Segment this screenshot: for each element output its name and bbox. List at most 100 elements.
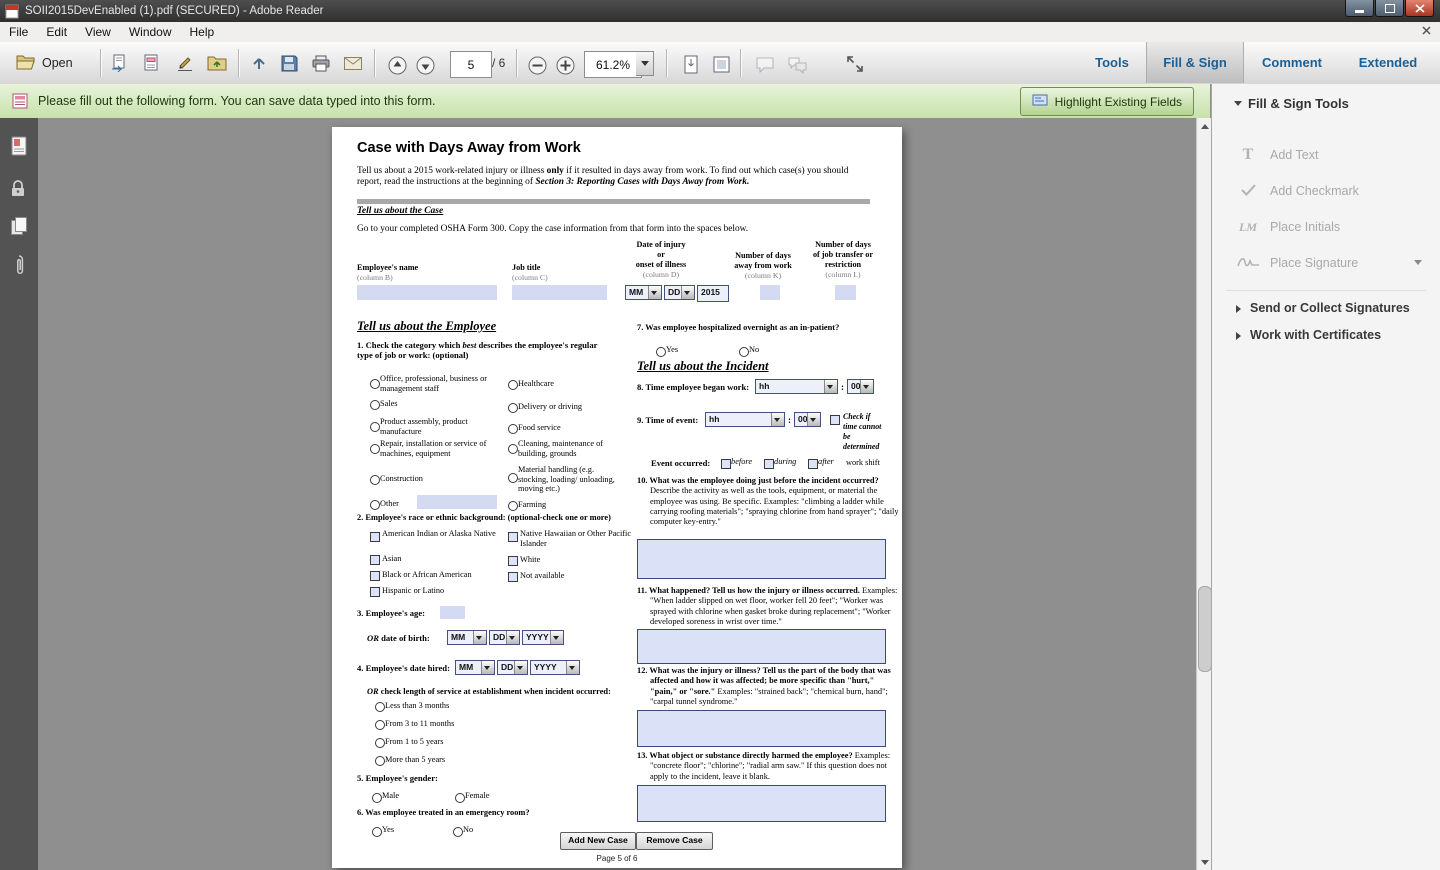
days-away-field[interactable] (760, 285, 780, 300)
checkbox-black[interactable] (370, 571, 380, 581)
minimize-button[interactable] (1345, 0, 1374, 17)
radio-construction[interactable] (370, 475, 380, 485)
checkbox-after-shift[interactable] (808, 459, 818, 469)
menu-edit[interactable]: Edit (37, 22, 76, 42)
checkbox-american-indian[interactable] (370, 532, 380, 542)
radio-female[interactable] (455, 793, 465, 803)
checkbox-white[interactable] (508, 556, 518, 566)
radio-male[interactable] (372, 793, 382, 803)
security-lock-icon[interactable] (10, 180, 26, 198)
email-button[interactable] (340, 50, 366, 76)
dropdown-arrow-icon[interactable] (771, 413, 784, 426)
q11-answer-field[interactable] (637, 629, 886, 664)
maximize-button[interactable] (1375, 0, 1404, 17)
work-with-certificates-section[interactable]: Work with Certificates (1250, 328, 1381, 342)
zoom-level-input[interactable] (584, 51, 642, 78)
transfer-days-field[interactable] (835, 285, 856, 300)
radio-food-service[interactable] (508, 424, 518, 434)
page-thumbnails-icon[interactable] (10, 136, 28, 156)
injury-day-dropdown[interactable]: DD (664, 285, 695, 300)
hired-day-dropdown[interactable]: DD (497, 660, 528, 675)
dropdown-arrow-icon[interactable] (514, 661, 527, 674)
dropdown-arrow-icon[interactable] (550, 631, 563, 644)
print-button[interactable] (308, 50, 334, 76)
fullscreen-button[interactable] (842, 51, 868, 77)
employee-age-field[interactable] (440, 606, 465, 619)
radio-healthcare[interactable] (508, 380, 518, 390)
pages-icon[interactable] (10, 216, 28, 236)
radio-product-assembly[interactable] (370, 422, 380, 432)
place-initials-tool[interactable]: LM Place Initials (1236, 216, 1340, 238)
event-hour-dropdown[interactable]: hh (705, 412, 785, 427)
attachments-paperclip-icon[interactable] (13, 254, 25, 278)
sign-button[interactable] (172, 50, 198, 76)
close-button[interactable] (1405, 0, 1434, 17)
birth-day-dropdown[interactable]: DD (489, 630, 520, 645)
next-page-button[interactable] (412, 52, 438, 78)
radio-material-handling[interactable] (508, 473, 518, 483)
zoom-out-button[interactable] (524, 52, 550, 78)
remove-case-button[interactable]: Remove Case (636, 832, 713, 850)
panel-title[interactable]: Fill & Sign Tools (1248, 96, 1349, 111)
collapse-caret-icon[interactable] (1234, 101, 1242, 106)
radio-hospitalized-yes[interactable] (656, 347, 666, 357)
menu-window[interactable]: Window (120, 22, 181, 42)
document-area[interactable]: Case with Days Away from Work Tell us ab… (38, 118, 1196, 870)
q12-answer-field[interactable] (637, 710, 886, 747)
dropdown-arrow-icon[interactable] (473, 631, 486, 644)
checkbox-before-shift[interactable] (721, 459, 731, 469)
scroll-up-button[interactable] (1197, 118, 1212, 134)
zoom-in-button[interactable] (552, 52, 578, 78)
menubar-close-icon[interactable] (1422, 26, 1431, 35)
dropdown-arrow-icon[interactable] (566, 661, 579, 674)
dropdown-arrow-icon[interactable] (807, 413, 820, 426)
hired-year-dropdown[interactable]: YYYY (530, 660, 580, 675)
annotations-button[interactable] (784, 52, 810, 78)
send-collect-signatures-section[interactable]: Send or Collect Signatures (1250, 301, 1410, 315)
previous-page-button[interactable] (384, 52, 410, 78)
dropdown-arrow-icon[interactable] (824, 380, 837, 393)
dropdown-arrow-icon[interactable] (681, 286, 694, 299)
injury-month-dropdown[interactable]: MM (625, 285, 662, 300)
radio-er-yes[interactable] (372, 827, 382, 837)
menu-file[interactable]: File (0, 22, 37, 42)
share-folder-button[interactable] (204, 50, 230, 76)
radio-other[interactable] (370, 500, 380, 510)
radio-delivery[interactable] (508, 403, 518, 413)
expand-caret-icon[interactable] (1236, 332, 1241, 340)
birth-month-dropdown[interactable]: MM (447, 630, 487, 645)
highlight-fields-button[interactable]: Highlight Existing Fields (1020, 87, 1194, 116)
checkbox-during-shift[interactable] (764, 459, 774, 469)
birth-year-dropdown[interactable]: YYYY (522, 630, 564, 645)
comment-bubble-button[interactable] (752, 52, 778, 78)
radio-1-5-years[interactable] (375, 738, 385, 748)
q10-answer-field[interactable] (637, 539, 886, 579)
tab-tools[interactable]: Tools (1082, 42, 1142, 83)
dropdown-arrow-icon[interactable] (481, 661, 494, 674)
save-copy-button[interactable] (106, 50, 132, 76)
add-text-tool[interactable]: T Add Text (1236, 144, 1318, 166)
radio-less-3-months[interactable] (375, 702, 385, 712)
vertical-scrollbar[interactable] (1196, 118, 1212, 870)
scrollbar-thumb[interactable] (1198, 586, 1212, 672)
form-fill-button[interactable] (138, 50, 164, 76)
event-minute-dropdown[interactable]: 00 (794, 412, 821, 427)
dropdown-arrow-icon[interactable] (648, 286, 661, 299)
radio-hospitalized-no[interactable] (739, 347, 749, 357)
zoom-dropdown-button[interactable] (636, 51, 654, 76)
open-button[interactable]: Open (8, 49, 81, 77)
place-signature-tool[interactable]: Place Signature (1236, 252, 1358, 274)
radio-er-no[interactable] (453, 827, 463, 837)
radio-sales[interactable] (370, 400, 380, 410)
signature-dropdown-icon[interactable] (1414, 260, 1422, 265)
dropdown-arrow-icon[interactable] (506, 631, 519, 644)
menu-view[interactable]: View (76, 22, 120, 42)
hired-month-dropdown[interactable]: MM (455, 660, 495, 675)
tab-comment[interactable]: Comment (1248, 42, 1336, 83)
checkbox-native-hawaiian[interactable] (508, 532, 518, 542)
add-checkmark-tool[interactable]: Add Checkmark (1236, 180, 1359, 202)
checkbox-hispanic[interactable] (370, 587, 380, 597)
add-new-case-button[interactable]: Add New Case (560, 832, 636, 850)
work-start-minute-dropdown[interactable]: 00 (847, 379, 874, 394)
radio-more-5-years[interactable] (375, 756, 385, 766)
